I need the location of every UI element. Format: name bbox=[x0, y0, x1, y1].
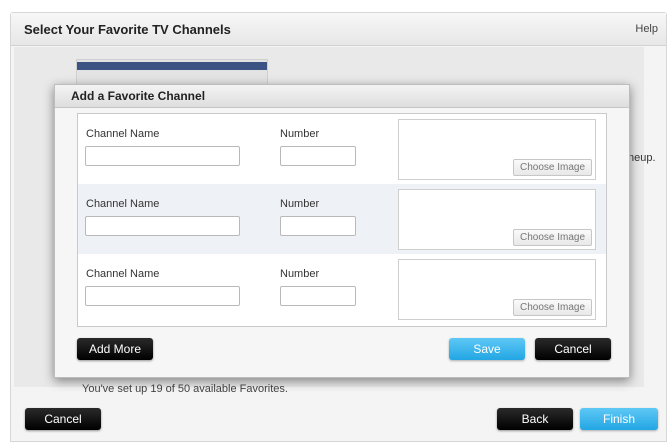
add-favorite-channel-dialog: Add a Favorite Channel Channel Name Numb… bbox=[54, 84, 630, 378]
finish-button[interactable]: Finish bbox=[580, 408, 658, 430]
choose-image-button[interactable]: Choose Image bbox=[513, 299, 592, 316]
channel-image-box: Choose Image bbox=[398, 189, 596, 250]
channel-name-label: Channel Name bbox=[86, 128, 160, 140]
page-title: Select Your Favorite TV Channels bbox=[24, 22, 231, 37]
dialog-cancel-button[interactable]: Cancel bbox=[535, 338, 611, 360]
channel-row: Channel Name Number Choose Image bbox=[78, 184, 606, 254]
channel-row: Channel Name Number Choose Image bbox=[78, 254, 606, 324]
channel-image-box: Choose Image bbox=[398, 259, 596, 320]
number-label: Number bbox=[280, 128, 320, 140]
channel-number-input[interactable] bbox=[280, 216, 356, 236]
channel-rows-container: Channel Name Number Choose Image Channel… bbox=[77, 113, 607, 327]
choose-image-button[interactable]: Choose Image bbox=[513, 229, 592, 246]
background-text-snippet: neup. bbox=[628, 152, 656, 164]
channel-image-box: Choose Image bbox=[398, 119, 596, 180]
channel-name-input[interactable] bbox=[85, 216, 240, 236]
dialog-title: Add a Favorite Channel bbox=[71, 89, 206, 103]
back-button[interactable]: Back bbox=[497, 408, 573, 430]
favorites-count-text: You've set up 19 of 50 available Favorit… bbox=[82, 383, 288, 395]
channel-name-input[interactable] bbox=[85, 146, 240, 166]
background-thumbnail-bar bbox=[77, 62, 267, 70]
channel-name-label: Channel Name bbox=[86, 268, 160, 280]
help-link[interactable]: Help bbox=[635, 23, 658, 35]
add-more-button[interactable]: Add More bbox=[77, 338, 153, 360]
number-label: Number bbox=[280, 268, 320, 280]
channel-name-label: Channel Name bbox=[86, 198, 160, 210]
dialog-header: Add a Favorite Channel bbox=[55, 85, 629, 108]
channel-number-input[interactable] bbox=[280, 286, 356, 306]
choose-image-button[interactable]: Choose Image bbox=[513, 159, 592, 176]
page-header: Select Your Favorite TV Channels Help bbox=[11, 13, 666, 46]
channel-number-input[interactable] bbox=[280, 146, 356, 166]
save-button[interactable]: Save bbox=[449, 338, 525, 360]
footer-cancel-button[interactable]: Cancel bbox=[25, 408, 101, 430]
number-label: Number bbox=[280, 198, 320, 210]
channel-row: Channel Name Number Choose Image bbox=[78, 114, 606, 184]
channel-name-input[interactable] bbox=[85, 286, 240, 306]
